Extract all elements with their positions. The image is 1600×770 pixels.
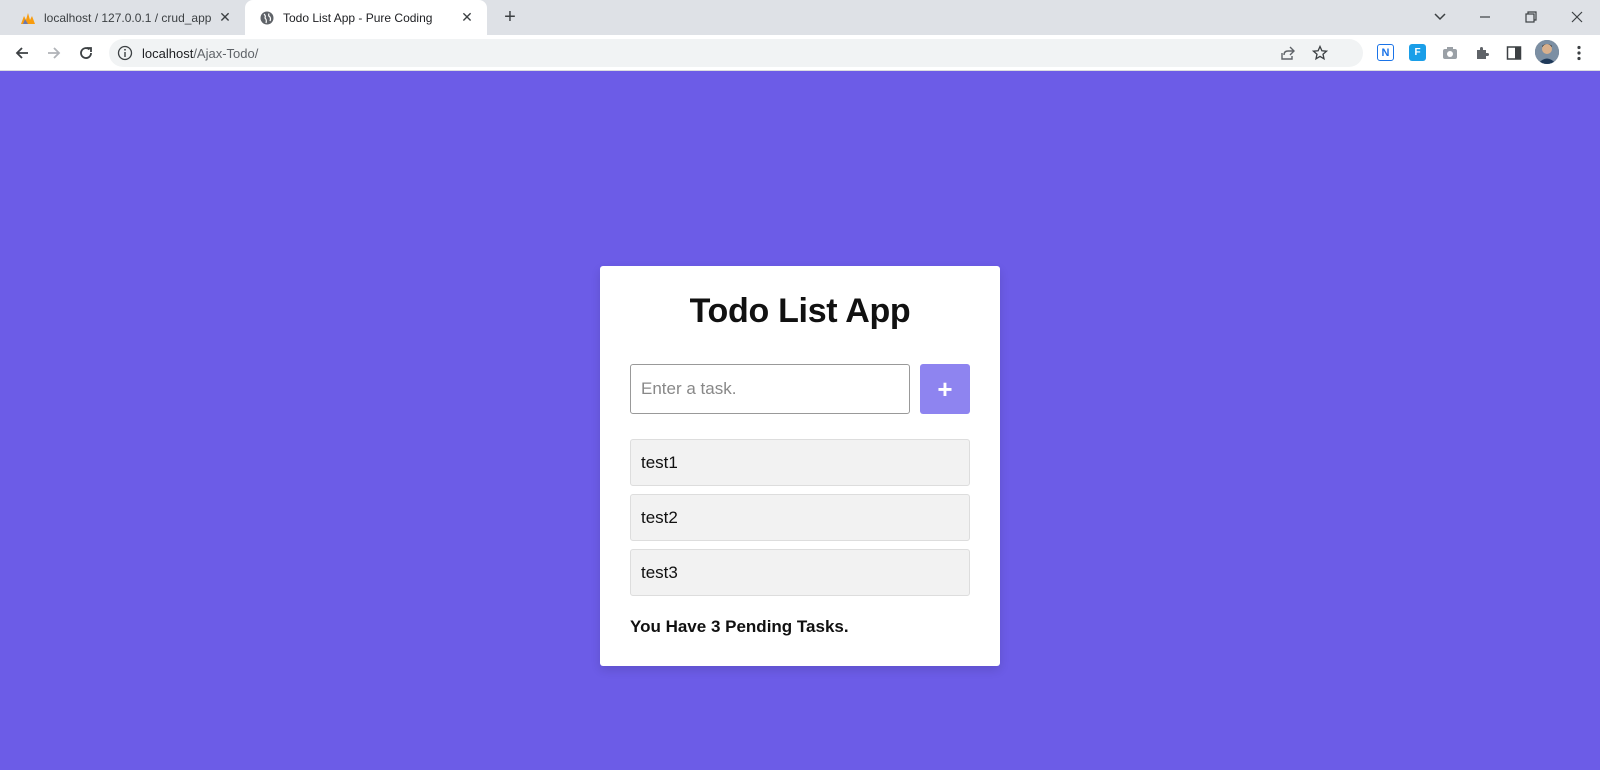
forward-arrow-icon[interactable] <box>42 41 66 65</box>
tab-title: localhost / 127.0.0.1 / crud_app | phpMy… <box>44 10 214 25</box>
url-text: localhost/Ajax-Todo/ <box>142 46 258 61</box>
back-arrow-icon[interactable] <box>10 41 34 65</box>
profile-avatar[interactable] <box>1535 40 1559 64</box>
url-path: /Ajax-Todo/ <box>193 46 259 61</box>
extension-f-icon[interactable]: F <box>1409 44 1426 61</box>
task-input[interactable] <box>630 364 910 414</box>
todo-item[interactable]: test2 <box>630 494 970 541</box>
address-bar[interactable]: localhost/Ajax-Todo/ <box>109 39 1363 67</box>
todo-card: Todo List App + test1 test2 test3 You Ha… <box>600 266 1000 666</box>
extensions-puzzle-icon[interactable] <box>1472 43 1492 63</box>
menu-kebab-icon[interactable] <box>1569 43 1589 63</box>
extension-n-icon[interactable]: N <box>1377 44 1394 61</box>
add-task-button[interactable]: + <box>920 364 970 414</box>
reload-icon[interactable] <box>74 41 98 65</box>
minimize-icon[interactable] <box>1471 4 1499 30</box>
share-icon[interactable] <box>1279 44 1297 62</box>
url-host: localhost <box>142 46 194 61</box>
pending-prefix: You Have <box>630 617 711 636</box>
pending-suffix: Pending Tasks. <box>720 617 849 636</box>
tab-search-icon[interactable] <box>1426 4 1454 30</box>
tab-title: Todo List App - Pure Coding <box>283 10 433 25</box>
close-tab-icon[interactable]: ✕ <box>459 9 475 25</box>
close-tab-icon[interactable]: ✕ <box>217 9 233 25</box>
restore-icon[interactable] <box>1517 4 1545 30</box>
new-tab-button[interactable]: + <box>499 7 521 29</box>
globe-icon <box>259 10 275 26</box>
tab-phpmyadmin[interactable]: localhost / 127.0.0.1 / crud_app | phpMy… <box>0 0 245 35</box>
phpmyadmin-icon <box>20 10 36 26</box>
site-info-icon[interactable] <box>117 45 133 61</box>
todo-item[interactable]: test1 <box>630 439 970 486</box>
browser-toolbar: localhost/Ajax-Todo/ N F <box>0 35 1600 71</box>
tab-strip: localhost / 127.0.0.1 / crud_app | phpMy… <box>0 0 1600 35</box>
camera-icon[interactable] <box>1440 43 1460 63</box>
pending-tasks-text: You Have 3 Pending Tasks. <box>630 617 849 637</box>
bookmark-star-icon[interactable] <box>1311 44 1329 62</box>
close-window-icon[interactable] <box>1563 4 1591 30</box>
tab-todo-app[interactable]: Todo List App - Pure Coding ✕ <box>245 0 487 35</box>
app-title: Todo List App <box>689 292 911 330</box>
pending-count: 3 <box>710 617 721 636</box>
todo-item[interactable]: test3 <box>630 549 970 596</box>
side-panel-icon[interactable] <box>1504 43 1524 63</box>
todo-list: test1 test2 test3 <box>630 439 970 604</box>
